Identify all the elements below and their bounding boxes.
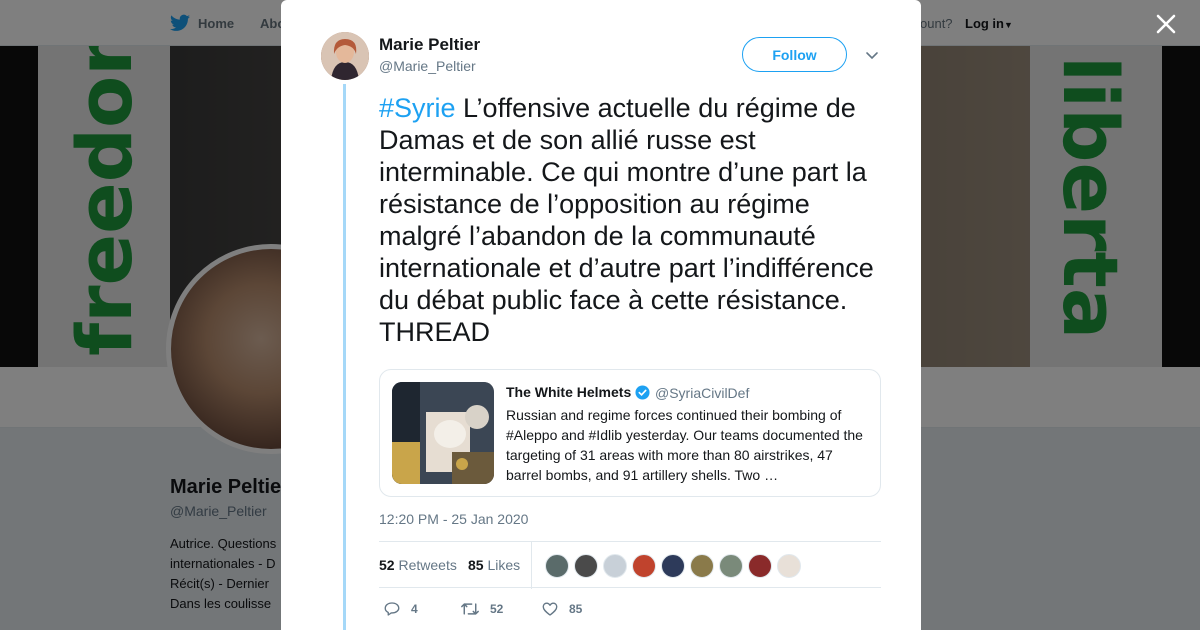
liker-avatar[interactable] <box>545 554 569 578</box>
follow-button[interactable]: Follow <box>742 37 847 72</box>
quoted-author-handle[interactable]: @SyriaCivilDef <box>655 385 749 401</box>
liker-avatar[interactable] <box>777 554 801 578</box>
reply-button[interactable]: 4 <box>383 600 418 618</box>
liker-avatar[interactable] <box>574 554 598 578</box>
tweet-timestamp[interactable]: 12:20 PM - 25 Jan 2020 <box>379 511 528 527</box>
author-photo <box>321 32 369 80</box>
hashtag-link[interactable]: #Syrie <box>379 93 456 123</box>
reply-icon <box>384 602 400 616</box>
quoted-author-name[interactable]: The White Helmets <box>506 384 650 400</box>
close-modal-button[interactable] <box>1152 10 1180 38</box>
likes-stat[interactable]: 85 Likes <box>468 557 520 573</box>
retweets-label: Retweets <box>398 557 457 573</box>
quoted-tweet-text: Russian and regime forces continued thei… <box>506 407 863 483</box>
like-count: 85 <box>569 602 583 616</box>
thread-line <box>343 84 346 630</box>
liker-avatar[interactable] <box>719 554 743 578</box>
retweets-count: 52 <box>379 557 395 573</box>
stats-divider <box>531 542 532 589</box>
tweet-text: #Syrie L’offensive actuelle du régime de… <box>379 92 889 348</box>
liker-avatar[interactable] <box>690 554 714 578</box>
quoted-tweet-card[interactable]: The White Helmets @SyriaCivilDef Russian… <box>379 369 881 497</box>
author-avatar[interactable] <box>321 32 369 80</box>
close-icon <box>1156 14 1176 34</box>
tweet-actions: 4 52 85 <box>379 600 779 620</box>
tweet-stats: 52 Retweets 85 Likes <box>379 541 881 589</box>
author-name[interactable]: Marie Peltier <box>379 35 480 55</box>
likers-avatars <box>545 554 801 578</box>
tweet-modal: Marie Peltier @Marie_Peltier Follow #Syr… <box>281 0 921 630</box>
author-handle[interactable]: @Marie_Peltier <box>379 58 476 74</box>
reply-count: 4 <box>411 602 418 616</box>
liker-avatar[interactable] <box>748 554 772 578</box>
liker-avatar[interactable] <box>661 554 685 578</box>
tweet-body: L’offensive actuelle du régime de Damas … <box>379 93 874 347</box>
retweets-stat[interactable]: 52 Retweets <box>379 557 457 573</box>
quoted-tweet-image <box>392 382 494 484</box>
likes-label: Likes <box>487 557 521 573</box>
retweet-button[interactable]: 52 <box>460 600 503 618</box>
more-options-button[interactable] <box>863 46 881 64</box>
retweet-count: 52 <box>490 602 504 616</box>
liker-avatar[interactable] <box>632 554 656 578</box>
verified-badge-icon <box>635 384 650 400</box>
likes-count: 85 <box>468 557 484 573</box>
like-button[interactable]: 85 <box>541 600 582 618</box>
heart-icon <box>542 602 558 616</box>
retweet-icon <box>461 603 479 615</box>
liker-avatar[interactable] <box>603 554 627 578</box>
chevron-down-icon <box>866 52 878 60</box>
